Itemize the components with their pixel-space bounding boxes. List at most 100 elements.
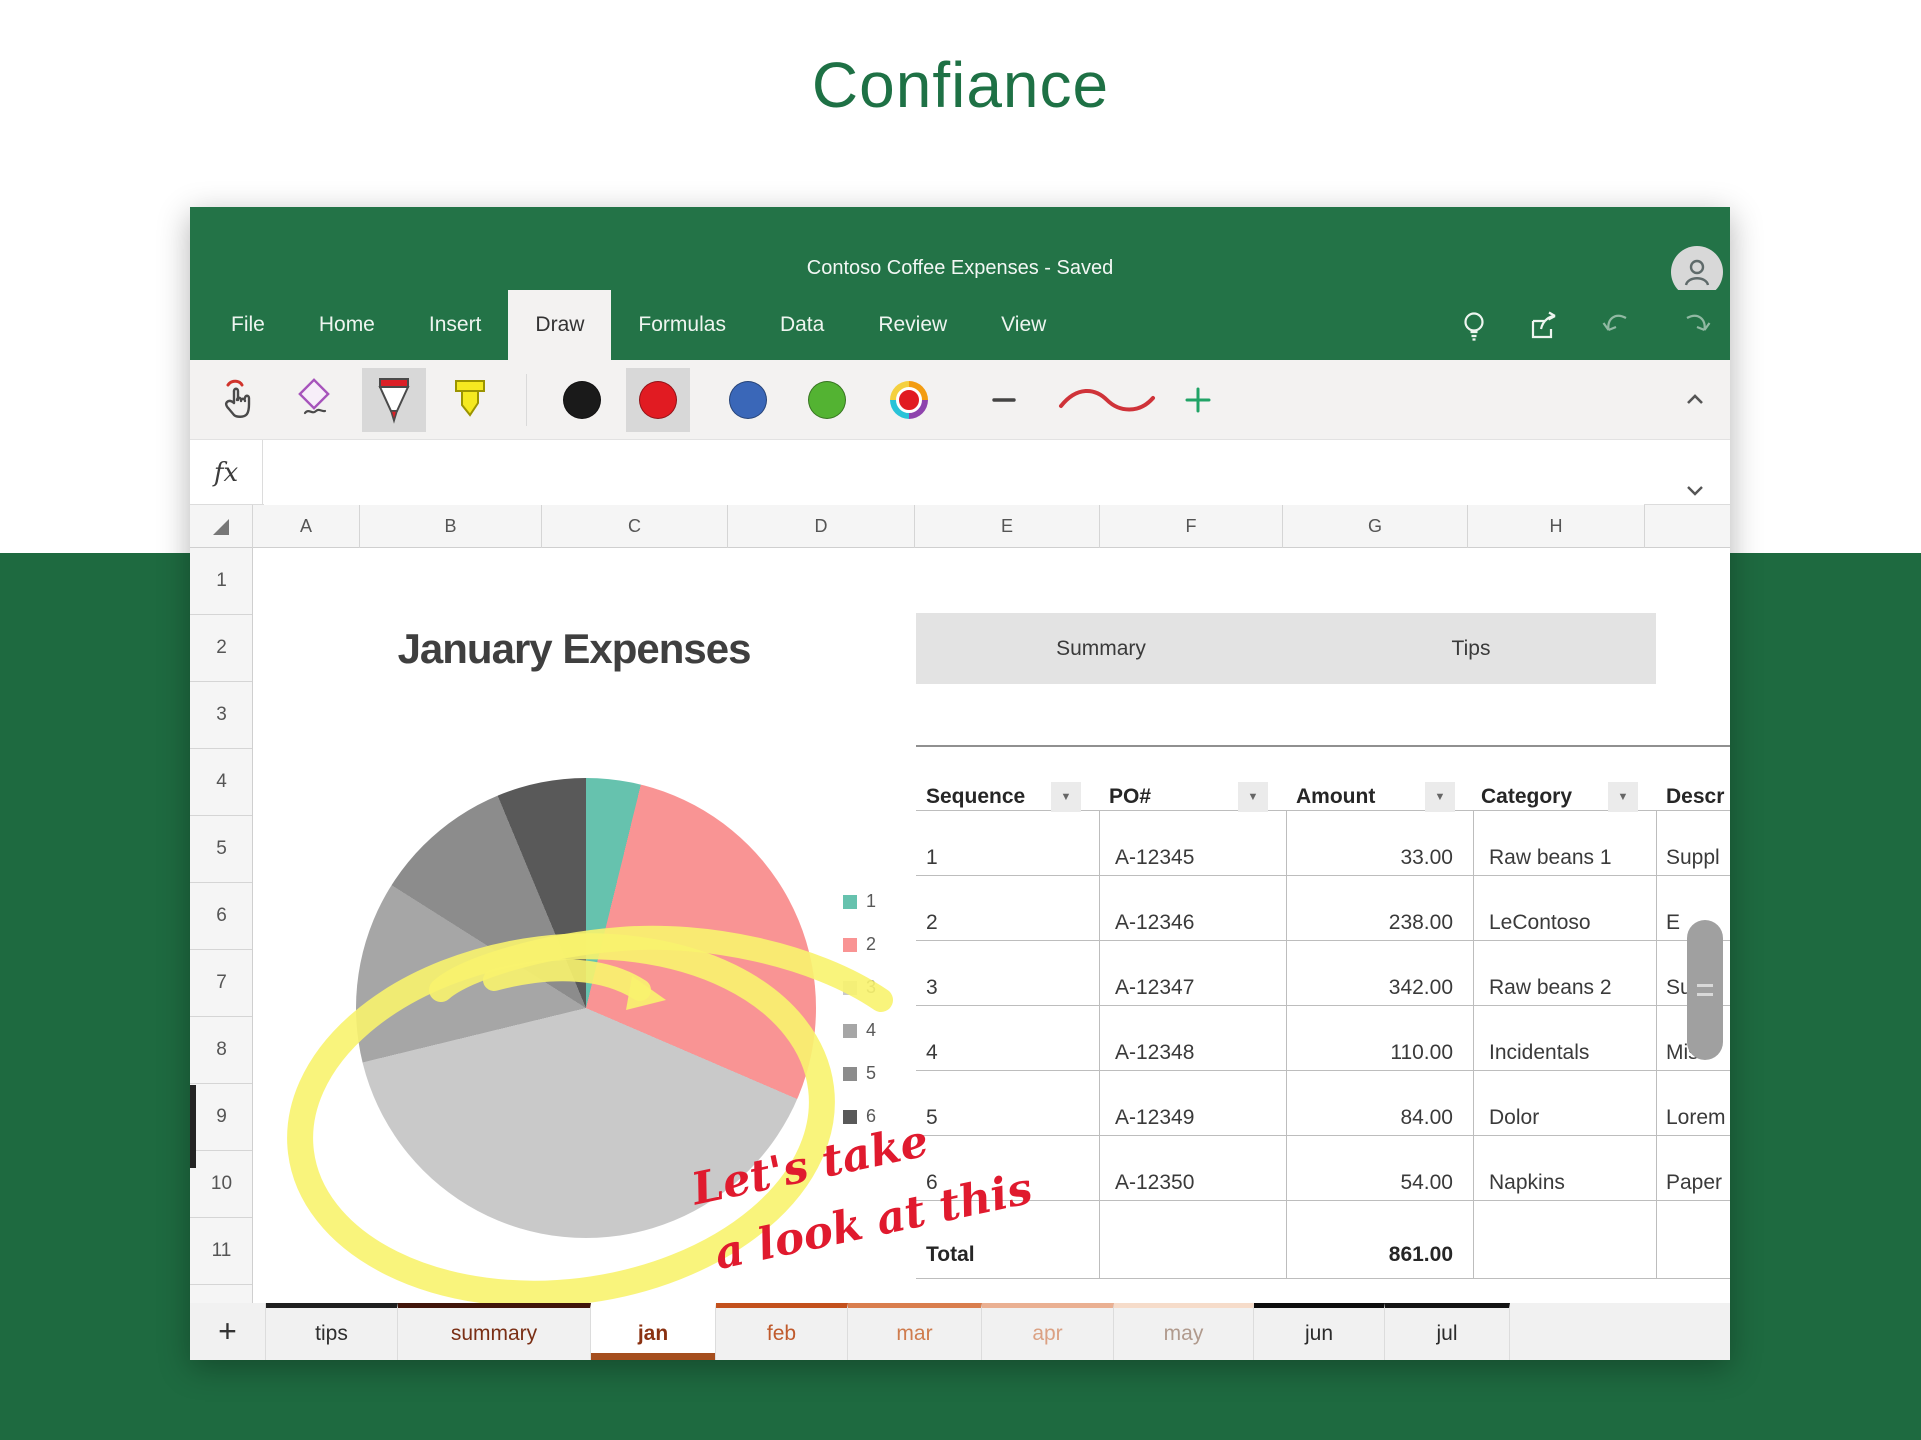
row-header-1[interactable]: 1 bbox=[190, 548, 253, 615]
pen-color-red[interactable] bbox=[626, 368, 690, 432]
cell-po-number[interactable]: A-12350 bbox=[1115, 1167, 1194, 1199]
cell-sequence[interactable]: 4 bbox=[926, 1037, 938, 1069]
ribbon-tab-formulas[interactable]: Formulas bbox=[611, 290, 753, 360]
cell-category[interactable]: Incidentals bbox=[1489, 1037, 1589, 1069]
row-header-5[interactable]: 5 bbox=[190, 816, 253, 883]
redo-icon[interactable] bbox=[1678, 308, 1714, 344]
cell-description[interactable]: Lorem bbox=[1666, 1102, 1726, 1134]
row-header-2[interactable]: 2 bbox=[190, 615, 253, 682]
filter-dropdown-button[interactable]: ▼ bbox=[1608, 782, 1638, 812]
formula-input[interactable] bbox=[264, 440, 1644, 505]
column-header-G[interactable]: G bbox=[1283, 505, 1468, 548]
pen-color-blue[interactable] bbox=[716, 368, 780, 432]
ribbon-tab-draw[interactable]: Draw bbox=[508, 290, 611, 360]
row-header-4[interactable]: 4 bbox=[190, 749, 253, 816]
green-color-swatch-icon bbox=[808, 381, 846, 419]
select-all-cell[interactable] bbox=[190, 505, 253, 548]
scrollbar-handle[interactable] bbox=[1687, 920, 1723, 1060]
tell-me-lightbulb-icon[interactable] bbox=[1456, 308, 1492, 344]
sheet-tab-apr[interactable]: apr bbox=[982, 1303, 1114, 1360]
cell-sequence[interactable]: 3 bbox=[926, 972, 938, 1004]
ribbon-tab-insert[interactable]: Insert bbox=[402, 290, 509, 360]
row-header-10[interactable]: 10 bbox=[190, 1151, 253, 1218]
cell-amount[interactable]: 110.00 bbox=[1273, 1037, 1453, 1069]
sheet-tab-feb[interactable]: feb bbox=[716, 1303, 848, 1360]
cell-category[interactable]: Raw beans 2 bbox=[1489, 972, 1612, 1004]
ribbon-tab-home[interactable]: Home bbox=[292, 290, 402, 360]
ribbon-tab-view[interactable]: View bbox=[974, 290, 1073, 360]
column-header-E[interactable]: E bbox=[915, 505, 1100, 548]
ribbon-tab-review[interactable]: Review bbox=[851, 290, 974, 360]
filter-dropdown-button[interactable]: ▼ bbox=[1238, 782, 1268, 812]
column-header-A[interactable]: A bbox=[253, 505, 360, 548]
cell-po-number[interactable]: A-12346 bbox=[1115, 907, 1194, 939]
row-header-6[interactable]: 6 bbox=[190, 883, 253, 950]
cell-amount[interactable]: 33.00 bbox=[1273, 842, 1453, 874]
stroke-thinner-button[interactable] bbox=[980, 368, 1028, 432]
pen-tool[interactable] bbox=[362, 368, 426, 432]
cell-po-number[interactable]: A-12349 bbox=[1115, 1102, 1194, 1134]
row-header-7[interactable]: 7 bbox=[190, 950, 253, 1017]
cell-amount[interactable]: 84.00 bbox=[1273, 1102, 1453, 1134]
cell-category[interactable]: Raw beans 1 bbox=[1489, 842, 1612, 874]
add-sheet-button[interactable]: + bbox=[190, 1303, 266, 1360]
row-header-11[interactable]: 11 bbox=[190, 1218, 253, 1285]
document-title: Contoso Coffee Expenses - Saved bbox=[190, 257, 1730, 280]
collapse-ribbon-chevron-up-icon[interactable] bbox=[1670, 368, 1720, 432]
table-gridline bbox=[1656, 810, 1657, 1278]
row-header-3[interactable]: 3 bbox=[190, 682, 253, 749]
cell-sequence[interactable]: 2 bbox=[926, 907, 938, 939]
highlighter-tool[interactable] bbox=[438, 368, 502, 432]
toolbar-separator bbox=[526, 374, 527, 426]
cell-description[interactable]: Paper bbox=[1666, 1167, 1722, 1199]
sheet-tab-may[interactable]: may bbox=[1114, 1303, 1254, 1360]
table-gridline bbox=[916, 875, 1730, 876]
draw-with-touch-tool[interactable] bbox=[206, 368, 270, 432]
ribbon-tab-data[interactable]: Data bbox=[753, 290, 851, 360]
sheet-tab-jun[interactable]: jun bbox=[1254, 1303, 1385, 1360]
row-header-12[interactable]: 12 bbox=[190, 1285, 253, 1303]
cell-amount[interactable]: 54.00 bbox=[1273, 1167, 1453, 1199]
sheet-tab-jan[interactable]: jan bbox=[591, 1303, 716, 1360]
column-header-B[interactable]: B bbox=[360, 505, 542, 548]
cell-po-number[interactable]: A-12348 bbox=[1115, 1037, 1194, 1069]
sheet-content[interactable]: January Expenses Summary Tips 123456 Seq… bbox=[254, 548, 1730, 1303]
cell-category[interactable]: Napkins bbox=[1489, 1167, 1565, 1199]
ribbon-tab-file[interactable]: File bbox=[204, 290, 292, 360]
cell-po-number[interactable]: A-12347 bbox=[1115, 972, 1194, 1004]
column-header-D[interactable]: D bbox=[728, 505, 915, 548]
pen-color-multicolor[interactable] bbox=[877, 368, 941, 432]
cell-description[interactable]: E bbox=[1666, 907, 1680, 939]
cell-category[interactable]: LeContoso bbox=[1489, 907, 1591, 939]
eraser-tool[interactable] bbox=[282, 368, 346, 432]
stroke-thicker-button[interactable] bbox=[1174, 368, 1222, 432]
cell-amount[interactable]: 238.00 bbox=[1273, 907, 1453, 939]
cell-amount[interactable]: 342.00 bbox=[1273, 972, 1453, 1004]
total-label: Total bbox=[926, 1239, 975, 1271]
filter-dropdown-button[interactable]: ▼ bbox=[1425, 782, 1455, 812]
sheet-tab-summary[interactable]: summary bbox=[398, 1303, 591, 1360]
pen-color-green[interactable] bbox=[795, 368, 859, 432]
cell-category[interactable]: Dolor bbox=[1489, 1102, 1539, 1134]
undo-icon[interactable] bbox=[1599, 308, 1635, 344]
column-header-H[interactable]: H bbox=[1468, 505, 1645, 548]
row-header-9[interactable]: 9 bbox=[190, 1084, 253, 1151]
cell-description[interactable]: Suppl bbox=[1666, 842, 1720, 874]
column-header-F[interactable]: F bbox=[1100, 505, 1283, 548]
sheet-tab-tips[interactable]: tips bbox=[266, 1303, 398, 1360]
row-header-8[interactable]: 8 bbox=[190, 1017, 253, 1084]
column-header-C[interactable]: C bbox=[542, 505, 728, 548]
sheet-tab-jul[interactable]: jul bbox=[1385, 1303, 1510, 1360]
cell-sequence[interactable]: 1 bbox=[926, 842, 938, 874]
table-header-descr: Descr bbox=[1666, 781, 1724, 813]
multicolor-center bbox=[896, 387, 922, 413]
table-gridline bbox=[1099, 810, 1100, 1278]
cell-sequence[interactable]: 5 bbox=[926, 1102, 938, 1134]
pen-color-black[interactable] bbox=[550, 368, 614, 432]
eraser-icon bbox=[291, 377, 337, 423]
table-gridline bbox=[916, 1070, 1730, 1071]
sheet-tab-mar[interactable]: mar bbox=[848, 1303, 982, 1360]
share-icon[interactable] bbox=[1526, 308, 1562, 344]
cell-po-number[interactable]: A-12345 bbox=[1115, 842, 1194, 874]
filter-dropdown-button[interactable]: ▼ bbox=[1051, 782, 1081, 812]
